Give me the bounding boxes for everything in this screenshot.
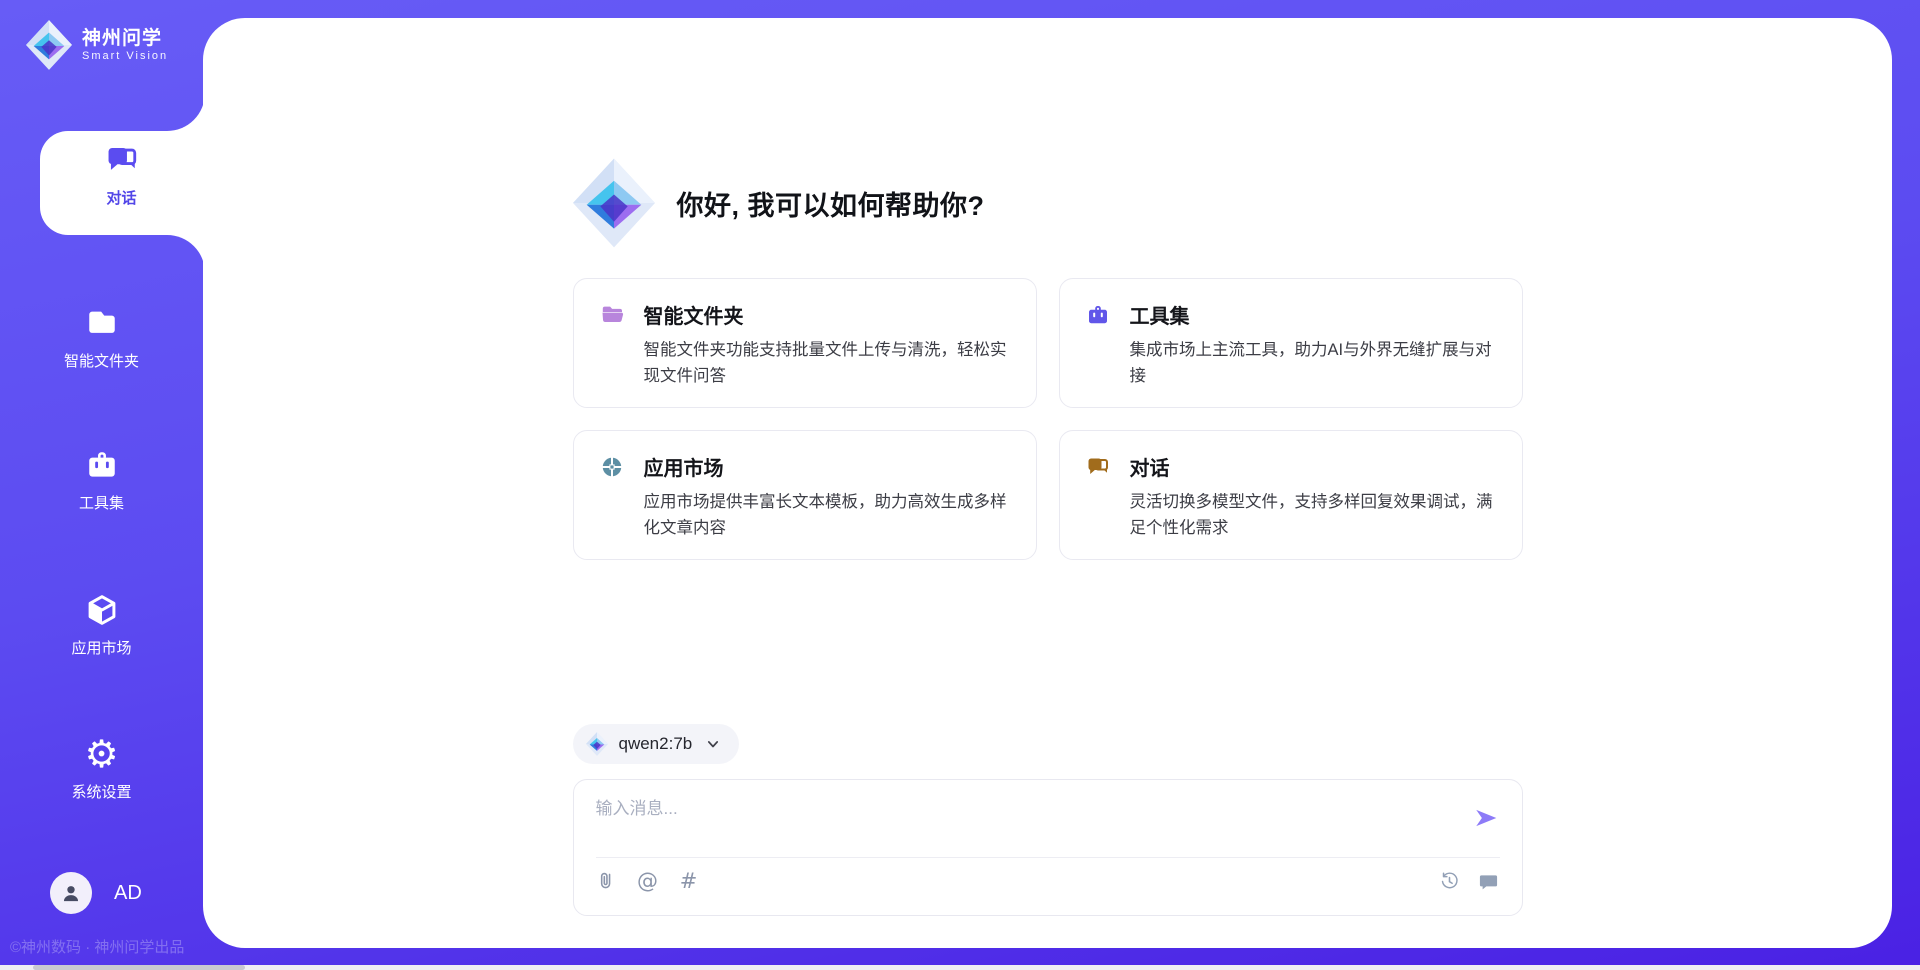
chevron-down-icon	[703, 734, 723, 754]
card-description: 智能文件夹功能支持批量文件上传与清洗，轻松实现文件问答	[644, 338, 1010, 389]
horizontal-scrollbar	[0, 965, 1920, 970]
sidebar-item-label: 应用市场	[71, 637, 131, 658]
main-panel: 你好, 我可以如何帮助你? 智能文件夹 智能文件夹功能支持批量文件上传与清洗，轻…	[203, 18, 1892, 948]
card-head: 应用市场	[600, 452, 1010, 481]
sidebar: 神州问学 Smart Vision 对话 智能文件夹 工具集 应用市场 ⚙ 系统…	[0, 0, 203, 970]
active-nav-curve-bottom	[167, 235, 205, 273]
model-name: qwen2:7b	[619, 734, 693, 754]
card-head: 智能文件夹	[600, 300, 1010, 329]
brand: 神州问学 Smart Vision	[26, 20, 168, 70]
sidebar-item-smart-folder[interactable]: 智能文件夹	[0, 305, 203, 371]
topic-button[interactable]: #	[678, 868, 700, 894]
history-button[interactable]	[1439, 868, 1461, 894]
brand-name: 神州问学	[82, 28, 168, 50]
card-app-market[interactable]: 应用市场 应用市场提供丰富长文本模板，助力高效生成多样化文章内容	[573, 430, 1037, 560]
sidebar-item-label: 智能文件夹	[64, 350, 139, 371]
feedback-button[interactable]	[1478, 868, 1500, 894]
user-name: AD	[114, 882, 142, 905]
chat-bubble-icon	[1478, 871, 1499, 892]
message-input[interactable]	[596, 794, 1456, 846]
toolbox-icon	[84, 447, 120, 483]
copyright-footer: ©神州数码 · 神州问学出品	[10, 936, 184, 957]
sidebar-item-toolset[interactable]: 工具集	[0, 447, 203, 513]
user-account[interactable]: AD	[50, 872, 142, 914]
scrollbar-thumb[interactable]	[33, 965, 245, 970]
paperclip-icon	[596, 870, 617, 892]
grid-sphere-icon	[600, 455, 624, 479]
toolbox-icon	[1086, 303, 1110, 327]
brand-subtitle: Smart Vision	[82, 50, 168, 63]
composer-divider	[596, 857, 1500, 858]
chat-icon	[1086, 455, 1110, 479]
card-smart-folder[interactable]: 智能文件夹 智能文件夹功能支持批量文件上传与清洗，轻松实现文件问答	[573, 278, 1037, 408]
chat-icon	[104, 142, 140, 178]
cube-icon	[84, 592, 120, 628]
card-toolset[interactable]: 工具集 集成市场上主流工具，助力AI与外界无缝扩展与对接	[1059, 278, 1523, 408]
card-description: 集成市场上主流工具，助力AI与外界无缝扩展与对接	[1130, 338, 1496, 389]
sidebar-item-settings[interactable]: ⚙ 系统设置	[0, 736, 203, 802]
composer-toolbar: @ #	[596, 868, 1500, 894]
folder-open-icon	[600, 303, 624, 327]
folder-icon	[84, 305, 120, 341]
brand-text: 神州问学 Smart Vision	[82, 28, 168, 62]
attach-file-button[interactable]	[596, 868, 618, 894]
card-description: 灵活切换多模型文件，支持多样回复效果调试，满足个性化需求	[1130, 490, 1496, 541]
card-description: 应用市场提供丰富长文本模板，助力高效生成多样化文章内容	[644, 490, 1010, 541]
paper-plane-icon	[1473, 805, 1499, 831]
card-title: 工具集	[1130, 300, 1190, 329]
sidebar-item-chat[interactable]: 对话	[40, 142, 203, 208]
avatar	[50, 872, 92, 914]
card-head: 工具集	[1086, 300, 1496, 329]
composer-tools-right	[1439, 868, 1500, 894]
greeting: 你好, 我可以如何帮助你?	[573, 158, 1523, 248]
card-head: 对话	[1086, 452, 1496, 481]
greeting-title: 你好, 我可以如何帮助你?	[677, 184, 985, 223]
model-selector-row: qwen2:7b	[573, 724, 1523, 764]
brand-logo-icon	[26, 20, 72, 70]
user-icon	[58, 880, 84, 906]
card-chat[interactable]: 对话 灵活切换多模型文件，支持多样回复效果调试，满足个性化需求	[1059, 430, 1523, 560]
active-nav-curve-top	[167, 93, 205, 131]
message-composer: @ #	[573, 779, 1523, 916]
hash-icon: #	[680, 871, 698, 892]
sidebar-item-label: 工具集	[79, 492, 124, 513]
model-selector[interactable]: qwen2:7b	[573, 724, 740, 764]
at-icon: @	[637, 871, 658, 892]
greeting-logo-icon	[573, 158, 655, 248]
sidebar-item-label: 系统设置	[71, 781, 131, 802]
send-button[interactable]	[1472, 804, 1500, 832]
mention-button[interactable]: @	[637, 868, 659, 894]
sidebar-item-label: 对话	[106, 187, 136, 208]
card-title: 应用市场	[644, 452, 724, 481]
gear-icon: ⚙	[84, 736, 120, 772]
app-root: 神州问学 Smart Vision 对话 智能文件夹 工具集 应用市场 ⚙ 系统…	[0, 0, 1920, 970]
card-title: 对话	[1130, 452, 1170, 481]
feature-cards: 智能文件夹 智能文件夹功能支持批量文件上传与清洗，轻松实现文件问答 工具集 集成…	[573, 278, 1523, 560]
content-column: 你好, 我可以如何帮助你? 智能文件夹 智能文件夹功能支持批量文件上传与清洗，轻…	[573, 18, 1523, 916]
clock-rewind-icon	[1439, 871, 1460, 892]
card-title: 智能文件夹	[644, 300, 744, 329]
composer-tools-left: @ #	[596, 868, 700, 894]
sidebar-item-app-market[interactable]: 应用市场	[0, 592, 203, 658]
model-logo-icon	[586, 732, 608, 756]
